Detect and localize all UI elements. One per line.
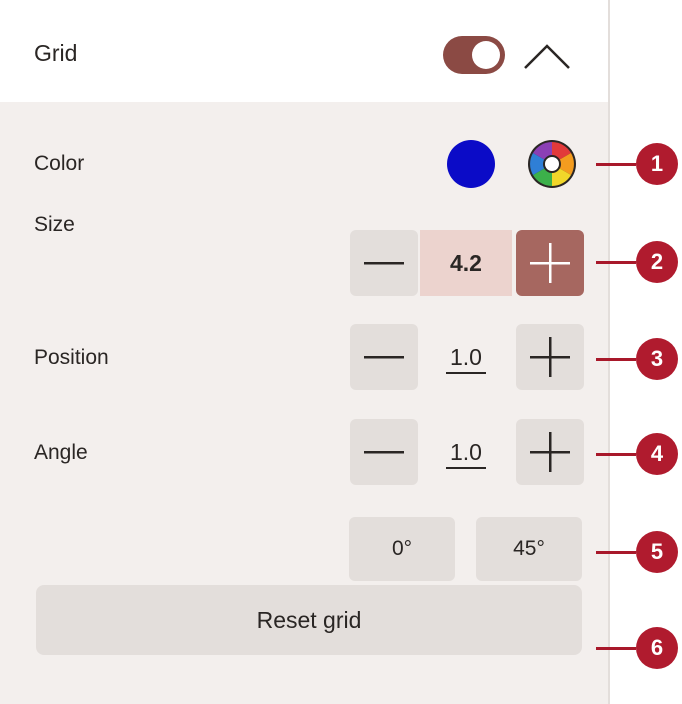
toggle-knob xyxy=(472,41,500,69)
position-increase-button[interactable] xyxy=(516,324,584,390)
size-decrease-button[interactable] xyxy=(350,230,418,296)
position-value[interactable]: 1.0 xyxy=(420,324,512,390)
color-wheel-icon[interactable] xyxy=(527,139,577,189)
angle-label: Angle xyxy=(34,441,88,464)
grid-panel: Grid Color Size 4.2 Position 1.0 Angle 1… xyxy=(0,0,610,704)
position-value-underline xyxy=(446,372,486,374)
position-label: Position xyxy=(34,346,109,369)
panel-border xyxy=(608,0,610,704)
callout-1: 1 xyxy=(636,143,678,185)
callout-line-2 xyxy=(596,261,636,264)
callout-line-5 xyxy=(596,551,636,554)
grid-title: Grid xyxy=(34,40,78,66)
color-swatch[interactable] xyxy=(447,140,495,188)
callout-3: 3 xyxy=(636,338,678,380)
size-value[interactable]: 4.2 xyxy=(420,230,512,296)
angle-value-underline xyxy=(446,467,486,469)
callout-line-6 xyxy=(596,647,636,650)
color-label: Color xyxy=(34,152,85,175)
callout-5: 5 xyxy=(636,531,678,573)
angle-45-button[interactable]: 45° xyxy=(476,517,582,581)
callout-line-1 xyxy=(596,163,636,166)
angle-0-button[interactable]: 0° xyxy=(349,517,455,581)
reset-grid-button[interactable]: Reset grid xyxy=(36,585,582,655)
size-label: Size xyxy=(34,213,75,236)
callout-2: 2 xyxy=(636,241,678,283)
position-decrease-button[interactable] xyxy=(350,324,418,390)
callout-4: 4 xyxy=(636,433,678,475)
grid-toggle[interactable] xyxy=(443,36,505,74)
angle-decrease-button[interactable] xyxy=(350,419,418,485)
angle-value[interactable]: 1.0 xyxy=(420,419,512,485)
angle-increase-button[interactable] xyxy=(516,419,584,485)
chevron-up-icon[interactable] xyxy=(519,38,575,72)
callout-line-3 xyxy=(596,358,636,361)
callout-line-4 xyxy=(596,453,636,456)
callout-6: 6 xyxy=(636,627,678,669)
size-increase-button[interactable] xyxy=(516,230,584,296)
grid-header: Grid xyxy=(0,0,610,102)
